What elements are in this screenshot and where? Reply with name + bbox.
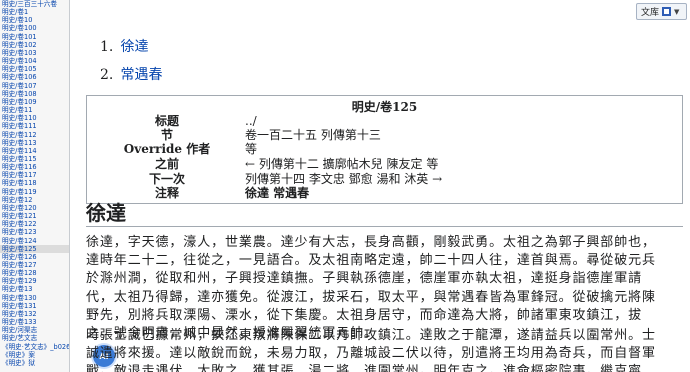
sidebar-item[interactable]: 明史/卷121: [0, 212, 69, 220]
header-row-title: 标题 ../: [87, 114, 682, 129]
paragraph-line: 徐達，字天德，濠人，世業農。達少有大志，長身高顴，剛毅武勇。太祖之為郭子興部帥也…: [86, 235, 656, 250]
header-template-box: 明史/卷125 标题 ../ 节 卷一百二十五 列傳第十三 Override 作…: [86, 95, 683, 204]
sidebar-item[interactable]: 明史/卷125: [0, 244, 69, 253]
header-row-author: Override 作者 等: [87, 142, 682, 157]
toc-item-number: 1.: [100, 39, 114, 55]
sidebar-item[interactable]: 明史/卷115: [0, 155, 69, 163]
main-content: 1. 徐達 2. 常遇春 明史/卷125 标题 ../ 节 卷一百二十五 列傳第…: [86, 0, 690, 372]
header-row-next: 下一次 列傳第十四 李文忠 鄧愈 湯和 沐英 →: [87, 172, 682, 187]
sidebar-item[interactable]: 明史/卷117: [0, 171, 69, 179]
header-label: 节: [160, 128, 173, 142]
sidebar-item[interactable]: 明史/卷13: [0, 285, 69, 293]
sidebar-item[interactable]: 明史/卷116: [0, 163, 69, 171]
sidebar-item[interactable]: 明史/卷100: [0, 24, 69, 32]
sidebar-item[interactable]: 明史/卷1: [0, 8, 69, 16]
sidebar-item[interactable]: 明史/卷113: [0, 139, 69, 147]
sidebar-item[interactable]: 明史/卷104: [0, 57, 69, 65]
sidebar-item[interactable]: 明史/卷111: [0, 122, 69, 130]
header-row-section: 节 卷一百二十五 列傳第十三: [87, 128, 682, 143]
sidebar-item[interactable]: 明史/卷101: [0, 33, 69, 41]
sidebar-item[interactable]: 明史/卷120: [0, 204, 69, 212]
next-chapter-link[interactable]: 列傳第十四 李文忠 鄧愈 湯和 沐英 →: [245, 172, 442, 187]
toc-link-chang-yuchun[interactable]: 常遇春: [120, 67, 162, 83]
header-row-previous: 之前 ← 列傳第十二 擴廓帖木兒 陳友定 等: [87, 157, 682, 172]
paragraph-line: 戰。敵退走遇伏，大敗之，獲其張、湯二將，進圍常州。明年克之。進僉樞密院事。繼克寧: [86, 364, 643, 372]
sidebar-item[interactable]: 明史/卷118: [0, 179, 69, 187]
sidebar-item[interactable]: 明史/卷119: [0, 188, 69, 196]
sidebar-item[interactable]: 明史/卷132: [0, 310, 69, 318]
paragraph-line: 於滁州澗，從取和州，子興授達鎮撫。子興執孫德崖，德崖軍亦執太祖，達挺身詣德崖軍請: [86, 271, 643, 287]
header-value: 徐達 常遇春: [245, 186, 310, 200]
table-of-contents: 1. 徐達 2. 常遇春: [100, 36, 162, 92]
header-title: 明史/卷125: [351, 100, 418, 114]
sidebar-item[interactable]: 明史/艺文志: [0, 334, 69, 342]
sidebar-item[interactable]: 《明史》案: [0, 351, 69, 359]
header-label: 下一次: [148, 172, 185, 186]
toc-item: 2. 常遇春: [100, 64, 162, 92]
header-row-notes: 注释 徐達 常遇春: [87, 186, 682, 201]
sidebar-item[interactable]: 明史/三百三十六卷: [0, 0, 69, 8]
sidebar-item[interactable]: 明史/卷109: [0, 98, 69, 106]
sidebar-item[interactable]: 明史/卷103: [0, 49, 69, 57]
sidebar-item[interactable]: 明史/卷12: [0, 196, 69, 204]
sidebar-item[interactable]: 明史/卷126: [0, 253, 69, 261]
sidebar-item[interactable]: 明史/卷128: [0, 269, 69, 277]
sidebar-item[interactable]: 明史/卷129: [0, 277, 69, 285]
header-label: 标题: [154, 114, 179, 128]
paragraph-line: 時張士誠已據常州，挾江東叛將陳保二以舟師攻鎮江。達敗之于龍潭，遂請益兵以圍常州。…: [86, 328, 656, 343]
paragraph-line: 誠遣將來援。達以敵銳而銳，未易力取，乃離城設二伏以待，別遣將王均用為奇兵，而自督…: [86, 346, 656, 362]
sidebar-item[interactable]: 明史/卷102: [0, 41, 69, 49]
section-heading: 徐達: [86, 200, 683, 227]
header-label: 注释: [154, 186, 179, 200]
body-paragraph: 時張士誠已據常州，挾江東叛將陳保二以舟師攻鎮江。達敗之于龍潭，遂請益兵以圍常州。…: [86, 327, 686, 372]
header-value: 等: [245, 142, 258, 156]
sidebar-item[interactable]: 明史/卷130: [0, 294, 69, 302]
sidebar-item[interactable]: 明史/卷107: [0, 82, 69, 90]
sidebar-item[interactable]: 《明史·艺文志》_b02628: [0, 343, 69, 351]
header-label: 之前: [154, 157, 179, 171]
sidebar-item[interactable]: 明史/卷131: [0, 302, 69, 310]
sidebar-item[interactable]: 明史/卷122: [0, 220, 69, 228]
sidebar-item[interactable]: 明史/卷133: [0, 318, 69, 326]
sidebar-item[interactable]: 明史/卷108: [0, 90, 69, 98]
sidebar-item[interactable]: 明史/卷124: [0, 237, 69, 245]
header-value: 卷一百二十五 列傳第十三: [245, 128, 381, 142]
paragraph-line: 達時年二十二，往從之，一見語合。及太祖南略定遠，帥二十四人往，達首與焉。尋從破元…: [86, 253, 656, 269]
paragraph-line: 野先，別將兵取溧陽、溧水，從下集慶。太祖身居守，而命達為大將，帥諸軍東攻鎮江，拔: [86, 307, 643, 323]
sidebar-item[interactable]: 明史/卷123: [0, 228, 69, 236]
sidebar-item[interactable]: 明史/卷11: [0, 106, 69, 114]
toc-item: 1. 徐達: [100, 36, 162, 64]
sidebar-item[interactable]: 明史/卷127: [0, 261, 69, 269]
toc-item-number: 2.: [100, 67, 114, 83]
previous-chapter-link[interactable]: ← 列傳第十二 擴廓帖木兒 陳友定 等: [245, 157, 438, 172]
header-value-link[interactable]: ../: [245, 114, 257, 129]
sidebar-item[interactable]: 明史/卷110: [0, 114, 69, 122]
sidebar-item[interactable]: 明史/河渠志: [0, 326, 69, 334]
header-label: Override 作者: [123, 142, 211, 156]
sidebar-item[interactable]: 《明史》狱: [0, 359, 69, 367]
sidebar-item[interactable]: 明史/卷112: [0, 131, 69, 139]
sidebar-item[interactable]: 明史/卷105: [0, 65, 69, 73]
toc-link-xu-da[interactable]: 徐達: [120, 39, 148, 55]
paragraph-line: 代，太祖乃得歸，達亦獲免。從渡江，拔采石，取太平，與常遇春皆為軍鋒冠。從破擒元將…: [86, 289, 656, 305]
sidebar-item[interactable]: 明史/卷10: [0, 16, 69, 24]
sidebar-item[interactable]: 明史/卷106: [0, 73, 69, 81]
sidebar-item[interactable]: 明史/卷114: [0, 147, 69, 155]
sidebar-nav: 明史/三百三十六卷 明史/卷1 明史/卷10 明史/卷100 明史/卷101 明史/卷10…: [0, 0, 70, 372]
